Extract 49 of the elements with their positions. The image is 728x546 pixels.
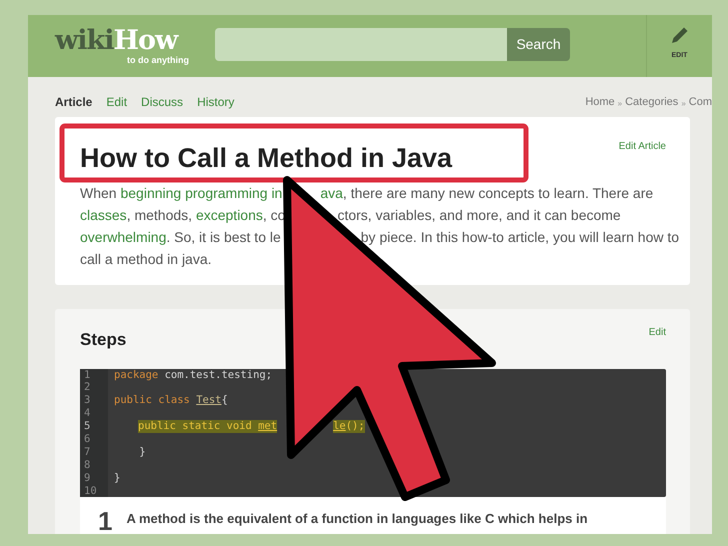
article-title: How to Call a Method in Java xyxy=(80,142,452,174)
breadcrumb-separator: » xyxy=(618,98,622,110)
search-button[interactable]: Search xyxy=(507,28,570,61)
paragraph-text: When xyxy=(80,185,118,201)
code-text: public static void met xyxy=(138,420,278,433)
line-number: 5 xyxy=(80,420,108,433)
line-number: 3 xyxy=(80,394,108,408)
edit-link[interactable]: Edit xyxy=(648,325,666,340)
paragraph-text: , methods, xyxy=(126,207,194,223)
breadcrumb-link[interactable]: Home xyxy=(585,94,615,110)
step-text: A method is the equivalent of a function in languages like C which helps in xyxy=(126,510,588,528)
tab[interactable]: Article xyxy=(55,93,92,111)
line-number: 10 xyxy=(80,484,108,498)
tab[interactable]: Edit xyxy=(106,93,128,111)
step-number: 1 xyxy=(98,509,112,534)
paragraph-text: ctors, variables, and more, and it can become xyxy=(337,207,621,223)
pencil-icon[interactable] xyxy=(670,25,690,45)
breadcrumb-separator: » xyxy=(681,98,686,110)
logo-text[interactable]: wiki xyxy=(55,25,114,56)
text-link[interactable]: beginning programming in xyxy=(120,185,282,201)
code-text: package com.test.testing; xyxy=(114,368,272,382)
paragraph-text: call a method in java. xyxy=(80,251,212,267)
paragraph-text: . So, it is best to le xyxy=(166,229,281,245)
line-number: 6 xyxy=(80,432,108,446)
code-text: } xyxy=(138,446,146,459)
text-link[interactable]: ava xyxy=(320,185,343,201)
line-number: 7 xyxy=(80,446,108,459)
paragraph-text: by piece. In this how-to article, you will learn how to xyxy=(360,229,680,245)
line-number: 9 xyxy=(80,472,108,485)
edit-article-link[interactable]: Edit Article xyxy=(618,139,666,154)
steps-heading: Steps xyxy=(80,329,126,351)
tab[interactable]: History xyxy=(197,93,234,111)
logo-text[interactable]: How xyxy=(113,25,178,56)
paragraph-text: , there are many new concepts to learn. There are xyxy=(342,185,654,201)
line-number: 1 xyxy=(80,368,108,382)
breadcrumb-link[interactable]: Categories xyxy=(625,94,678,110)
line-number: 4 xyxy=(80,407,108,420)
code-text: } xyxy=(114,472,120,485)
line-number: 2 xyxy=(80,381,108,394)
code-text: le(); xyxy=(333,420,365,433)
text-link[interactable]: exceptions xyxy=(196,207,263,223)
code-text: public class Test{ xyxy=(114,394,228,408)
text-link[interactable]: overwhelming xyxy=(80,229,166,245)
tagline: to do anything xyxy=(127,55,190,65)
line-number: 8 xyxy=(80,458,108,472)
search-field[interactable] xyxy=(215,28,507,61)
breadcrumb-link[interactable]: Com xyxy=(688,94,712,110)
tab[interactable]: Discuss xyxy=(141,93,184,111)
text-link[interactable]: classes xyxy=(80,207,127,223)
